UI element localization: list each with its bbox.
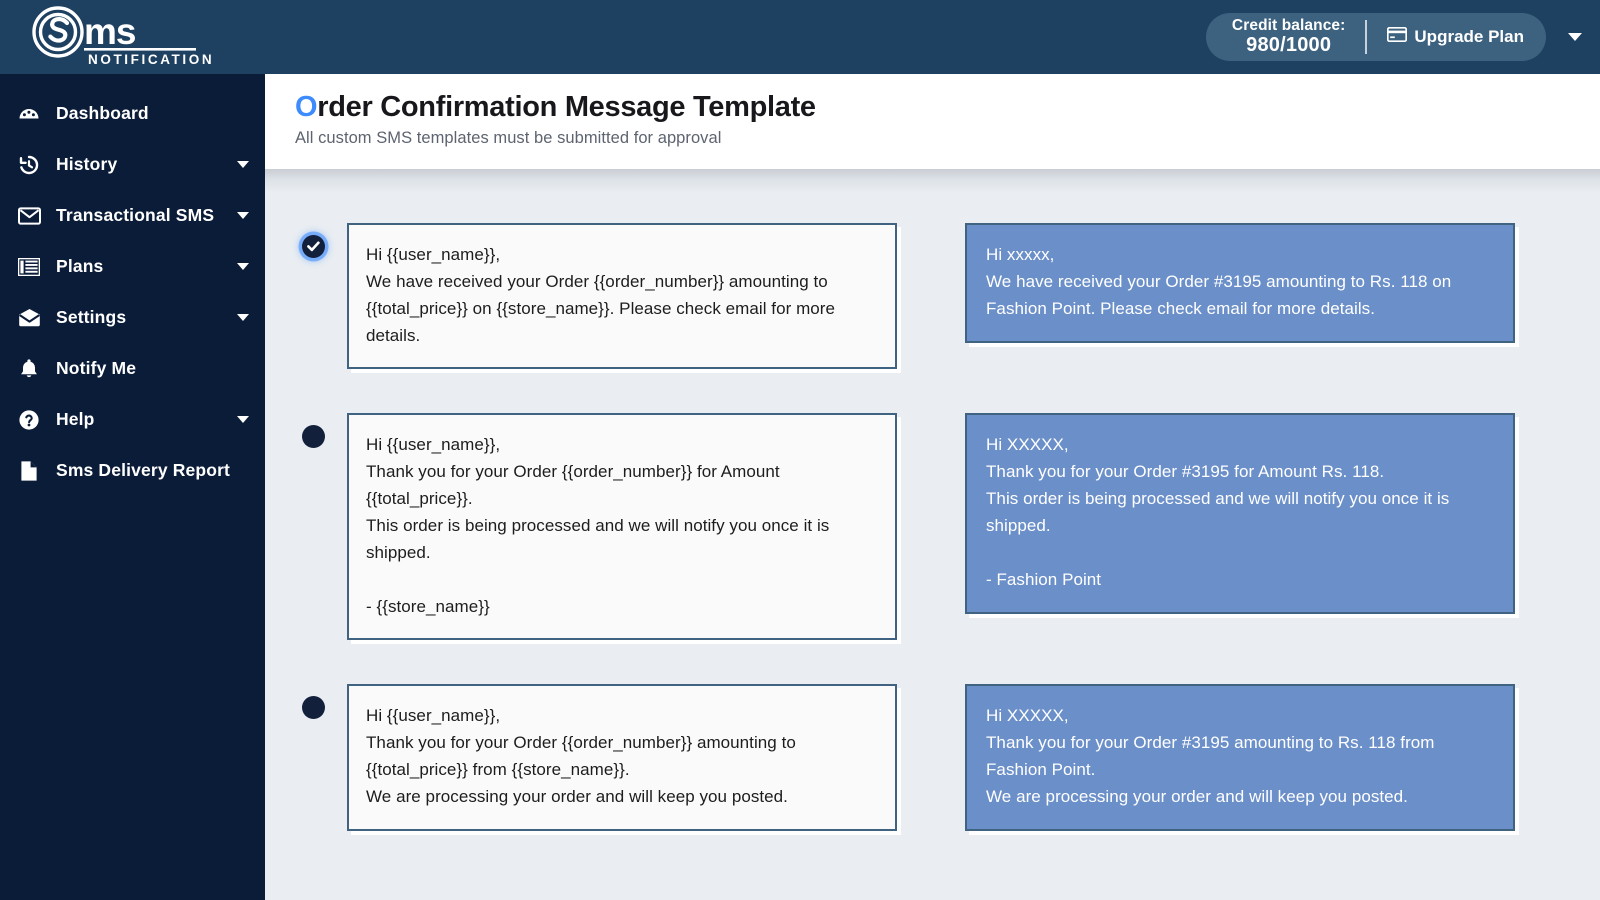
template-preview-2: Hi XXXXX, Thank you for your Order #3195…	[965, 684, 1515, 830]
envelope-icon	[14, 207, 44, 225]
template-body-2[interactable]: Hi {{user_name}}, Thank you for your Ord…	[347, 684, 897, 830]
sidebar-item-notify-me[interactable]: Notify Me	[0, 343, 265, 394]
template-radio-2[interactable]	[302, 696, 325, 719]
template-row: Hi {{user_name}}, Thank you for your Ord…	[265, 684, 1600, 830]
sidebar-nav: Dashboard History Transactional SMS	[0, 74, 265, 900]
history-clock-icon	[14, 154, 44, 176]
credit-balance-pill: Credit balance: 980/1000 Upgrade Plan	[1206, 13, 1546, 61]
chevron-down-icon	[237, 263, 249, 270]
sidebar-item-settings[interactable]: Settings	[0, 292, 265, 343]
header-right-group: Credit balance: 980/1000 Upgrade Plan	[1206, 13, 1600, 61]
sidebar-item-label: Plans	[56, 256, 103, 277]
sidebar-item-sms-delivery-report[interactable]: Sms Delivery Report	[0, 445, 265, 496]
sidebar-item-label: History	[56, 154, 117, 175]
page-subtitle: All custom SMS templates must be submitt…	[295, 129, 1600, 148]
sidebar-item-help[interactable]: Help	[0, 394, 265, 445]
credit-balance-label: Credit balance:	[1232, 17, 1345, 34]
svg-text:ms: ms	[84, 11, 136, 52]
svg-text:NOTIFICATION: NOTIFICATION	[88, 52, 214, 67]
template-radio-0[interactable]	[302, 235, 325, 258]
sidebar-item-label: Settings	[56, 307, 126, 328]
sidebar-item-label: Transactional SMS	[56, 205, 214, 226]
list-bars-icon	[14, 258, 44, 276]
upgrade-plan-label: Upgrade Plan	[1414, 27, 1524, 47]
template-preview-0: Hi xxxxx, We have received your Order #3…	[965, 223, 1515, 343]
template-radio-cell	[295, 684, 347, 719]
circular-s-logo-icon: ms NOTIFICATION	[22, 6, 222, 68]
chevron-down-icon	[237, 314, 249, 321]
sidebar-item-transactional-sms[interactable]: Transactional SMS	[0, 190, 265, 241]
template-radio-1[interactable]	[302, 425, 325, 448]
panel-shadow-divider	[265, 169, 1600, 193]
template-body-0[interactable]: Hi {{user_name}}, We have received your …	[347, 223, 897, 369]
template-row: Hi {{user_name}}, We have received your …	[265, 223, 1600, 369]
page-title-accent: O	[295, 91, 317, 123]
page-title: Order Confirmation Message Template	[295, 91, 1600, 124]
template-body-1[interactable]: Hi {{user_name}}, Thank you for your Ord…	[347, 413, 897, 640]
sidebar-item-plans[interactable]: Plans	[0, 241, 265, 292]
dashboard-icon	[14, 103, 44, 125]
question-circle-icon	[14, 409, 44, 431]
sidebar-item-history[interactable]: History	[0, 139, 265, 190]
templates-list: Hi {{user_name}}, We have received your …	[265, 193, 1600, 900]
sidebar-item-label: Sms Delivery Report	[56, 460, 230, 481]
template-radio-cell	[295, 413, 347, 448]
open-envelope-icon	[14, 308, 44, 327]
page-header-panel: Order Confirmation Message Template All …	[265, 74, 1600, 169]
sidebar-item-label: Help	[56, 409, 95, 430]
credit-balance-value: 980/1000	[1232, 34, 1345, 56]
account-chevron-down-icon[interactable]	[1568, 33, 1582, 41]
credit-balance-block: Credit balance: 980/1000	[1232, 17, 1365, 57]
brand-logo[interactable]: ms NOTIFICATION	[0, 0, 265, 74]
top-header: ms NOTIFICATION Credit balance: 980/1000	[0, 0, 1600, 74]
chevron-down-icon	[237, 212, 249, 219]
chevron-down-icon	[237, 416, 249, 423]
page-title-rest: rder Confirmation Message Template	[317, 91, 816, 123]
sidebar-item-label: Dashboard	[56, 103, 149, 124]
credit-card-icon	[1387, 27, 1407, 47]
template-row: Hi {{user_name}}, Thank you for your Ord…	[265, 413, 1600, 640]
sidebar-item-dashboard[interactable]: Dashboard	[0, 88, 265, 139]
template-preview-1: Hi XXXXX, Thank you for your Order #3195…	[965, 413, 1515, 613]
sidebar-item-label: Notify Me	[56, 358, 136, 379]
checkmark-icon	[307, 241, 320, 252]
file-document-icon	[14, 460, 44, 482]
bell-icon	[14, 358, 44, 380]
pill-divider	[1365, 20, 1367, 54]
upgrade-plan-button[interactable]: Upgrade Plan	[1367, 27, 1524, 47]
chevron-down-icon	[237, 161, 249, 168]
template-radio-cell	[295, 223, 347, 258]
